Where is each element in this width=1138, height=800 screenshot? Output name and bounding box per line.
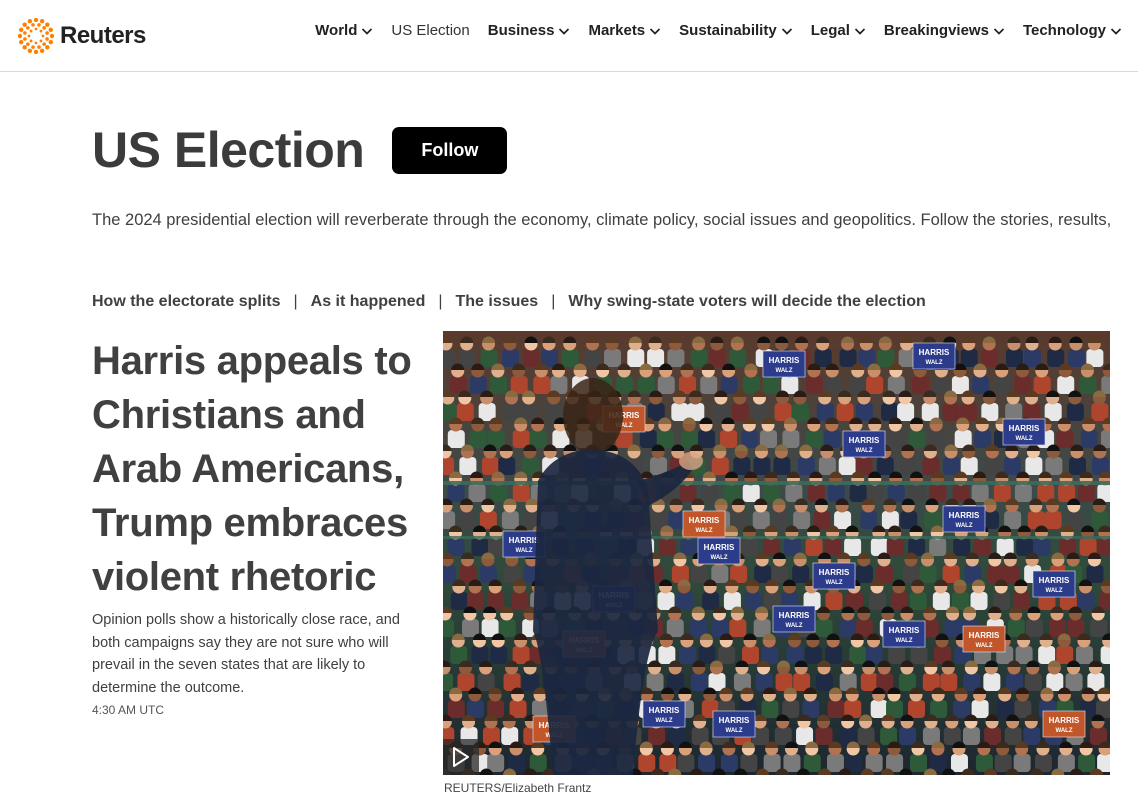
play-video-button[interactable] (443, 739, 479, 775)
nav-item-label: Technology (1022, 22, 1106, 39)
svg-text:WALZ: WALZ (656, 718, 673, 724)
topic-link[interactable]: How the electorate splits (92, 293, 281, 311)
photo-caption: REUTERS/Elizabeth Frantz (444, 781, 592, 795)
topic-link[interactable]: As it happened (311, 293, 426, 311)
nav-item-business[interactable]: Business (488, 22, 571, 39)
svg-text:HARRIS: HARRIS (819, 568, 850, 577)
nav-item-label: US Election (391, 22, 470, 39)
chevron-down-icon (362, 27, 373, 35)
lead-photo[interactable]: HARRIS WALZ HARRIS WALZ HARRIS WALZ HARRIS WALZ… (443, 331, 1110, 775)
topic-links: How the electorate splits | As it happened… (92, 293, 926, 311)
nav-item-label: Sustainability (679, 22, 777, 39)
chevron-down-icon (559, 27, 570, 35)
svg-text:WALZ: WALZ (696, 528, 713, 534)
chevron-down-icon (1110, 27, 1122, 35)
svg-text:HARRIS: HARRIS (1009, 424, 1040, 433)
reuters-logo-icon (18, 18, 54, 54)
nav-item-breakingviews[interactable]: Breakingviews (884, 22, 1005, 39)
chevron-down-icon (781, 27, 792, 35)
chevron-down-icon (854, 27, 865, 35)
lead-summary: Opinion polls show a historically close … (92, 612, 400, 696)
svg-text:HARRIS: HARRIS (1049, 716, 1080, 725)
nav-item-label: Markets (588, 22, 646, 39)
svg-text:HARRIS: HARRIS (1039, 576, 1070, 585)
svg-text:HARRIS: HARRIS (779, 611, 810, 620)
nav-item-label: Business (487, 22, 555, 39)
nav-item-world[interactable]: World (315, 22, 373, 39)
svg-text:WALZ: WALZ (726, 728, 743, 734)
nav-item-sustainability[interactable]: Sustainability (679, 22, 793, 39)
svg-text:WALZ: WALZ (711, 555, 728, 561)
svg-text:WALZ: WALZ (786, 623, 803, 629)
site-header: Reuters World US Election Business Markets S… (0, 0, 1138, 72)
nav-item-label: World (315, 22, 358, 39)
topic-link[interactable]: The issues (456, 293, 539, 311)
main-nav: World US Election Business Markets Sustainab… (315, 22, 1122, 39)
svg-text:WALZ: WALZ (896, 638, 913, 644)
svg-text:HARRIS: HARRIS (969, 631, 1000, 640)
svg-text:WALZ: WALZ (976, 643, 993, 649)
nav-item-markets[interactable]: Markets (588, 22, 661, 39)
page-description: The 2024 presidential election will reve… (92, 211, 1112, 229)
nav-item-technology[interactable]: Technology (1023, 22, 1122, 39)
svg-text:WALZ: WALZ (1046, 588, 1063, 594)
svg-text:HARRIS: HARRIS (949, 511, 980, 520)
svg-text:HARRIS: HARRIS (849, 436, 880, 445)
page-title: US Election (92, 122, 365, 178)
rally-photo-illustration: HARRIS WALZ HARRIS WALZ HARRIS WALZ HARRIS WALZ… (443, 331, 1110, 775)
nav-item-label: Legal (810, 22, 850, 39)
svg-text:HARRIS: HARRIS (704, 543, 735, 552)
lead-headline[interactable]: Harris appeals to Christians and Arab Am… (92, 334, 437, 604)
follow-button[interactable]: Follow (392, 126, 508, 174)
svg-text:HARRIS: HARRIS (719, 716, 750, 725)
reuters-logo[interactable]: Reuters (18, 17, 146, 55)
svg-text:WALZ: WALZ (1016, 436, 1033, 442)
link-separator: | (293, 293, 298, 310)
svg-text:WALZ: WALZ (856, 448, 873, 454)
title-row: US Election Follow (92, 118, 508, 182)
svg-text:WALZ: WALZ (826, 580, 843, 586)
nav-item-us-election[interactable]: US Election (391, 22, 469, 39)
svg-text:WALZ: WALZ (776, 368, 793, 374)
svg-text:HARRIS: HARRIS (919, 348, 950, 357)
svg-text:HARRIS: HARRIS (689, 516, 720, 525)
svg-text:WALZ: WALZ (1056, 728, 1073, 734)
play-icon (453, 747, 469, 767)
link-separator: | (438, 293, 443, 310)
svg-text:WALZ: WALZ (516, 548, 533, 554)
lead-timestamp: 4:30 AM UTC (92, 703, 165, 717)
nav-item-label: Breakingviews (883, 22, 989, 39)
svg-text:WALZ: WALZ (926, 360, 943, 366)
svg-text:HARRIS: HARRIS (649, 706, 680, 715)
chevron-down-icon (650, 27, 661, 35)
logo-wordmark: Reuters (60, 22, 146, 49)
link-separator: | (551, 293, 556, 310)
topic-link[interactable]: Why swing-state voters will decide the e… (568, 293, 925, 311)
chevron-down-icon (993, 27, 1005, 35)
svg-text:HARRIS: HARRIS (769, 356, 800, 365)
svg-text:WALZ: WALZ (956, 523, 973, 529)
svg-text:HARRIS: HARRIS (509, 536, 540, 545)
svg-text:HARRIS: HARRIS (889, 626, 920, 635)
nav-item-legal[interactable]: Legal (811, 22, 866, 39)
